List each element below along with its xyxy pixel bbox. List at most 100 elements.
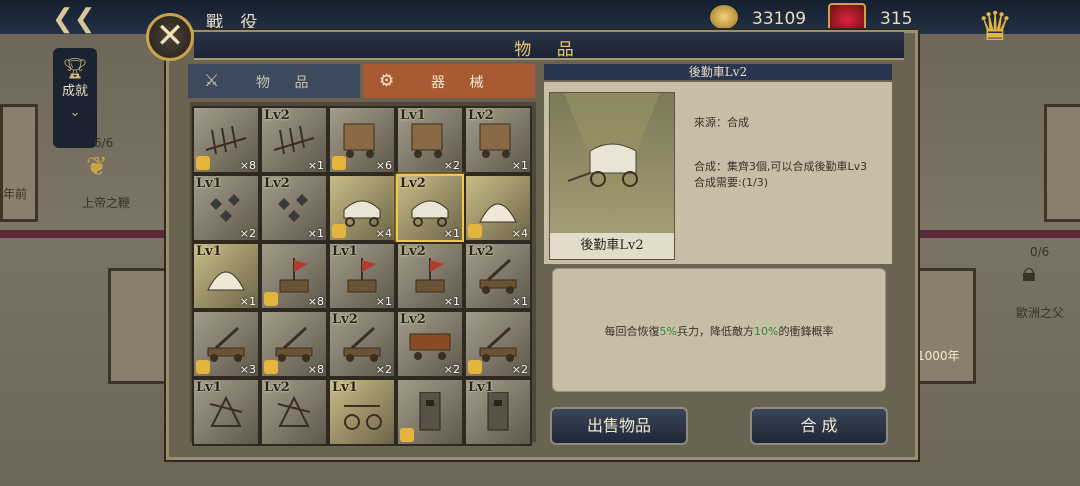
item-level: Lv1 — [332, 244, 358, 259]
item-slot[interactable]: Lv2 — [260, 378, 328, 446]
detail-header: 後勤車Lv2 — [544, 64, 892, 80]
spikes-icon — [205, 125, 247, 155]
item-slot[interactable] — [396, 378, 464, 446]
gold-coin-icon — [710, 5, 738, 29]
desc-highlight: 5% — [659, 325, 677, 338]
back-arrow-icon[interactable]: ❮❮ — [52, 4, 96, 34]
item-count: ×1 — [307, 227, 324, 240]
tent-icon — [479, 203, 517, 223]
chevron-down-icon: ⌄ — [69, 105, 81, 120]
trophy-icon: 🏆︎ — [62, 56, 88, 80]
sell-item-button[interactable]: 出售物品 — [550, 407, 688, 445]
item-count: ×4 — [511, 227, 528, 240]
item-slot[interactable]: ×8 — [192, 106, 260, 174]
wagon-icon — [411, 200, 449, 227]
tab-items-label: 物 品 — [256, 75, 319, 91]
item-count: ×6 — [375, 159, 392, 172]
close-button[interactable]: ✕ — [146, 13, 194, 61]
catapult-icon — [275, 326, 313, 362]
item-count: ×2 — [375, 363, 392, 376]
item-count: ×2 — [443, 363, 460, 376]
item-slot[interactable]: ×4 — [464, 174, 532, 242]
tab-equipment[interactable]: ⚙ 器 械 — [363, 64, 535, 98]
item-level: Lv2 — [400, 176, 426, 191]
battle-card-left[interactable]: 年前 — [0, 104, 38, 222]
item-slot[interactable]: Lv2 ×1 — [464, 242, 532, 310]
item-slot[interactable]: ×4 — [328, 174, 396, 242]
item-slot[interactable]: Lv2 ×2 — [328, 310, 396, 378]
puzzle-piece-icon — [264, 292, 278, 306]
catapult-icon — [207, 326, 245, 362]
item-portrait: 後勤車Lv2 — [549, 92, 675, 260]
progress-right: 0/6 — [1030, 245, 1050, 259]
item-level: Lv1 — [196, 380, 222, 395]
gem-amount: 315 — [880, 9, 913, 29]
item-count: ×1 — [511, 295, 528, 308]
item-slot[interactable]: Lv2 ×2 — [396, 310, 464, 378]
item-description-box: 每回合恢復5%兵力，降低敵方10%的衝鋒概率 — [552, 268, 886, 392]
item-count: ×8 — [307, 295, 324, 308]
close-icon: ✕ — [155, 16, 185, 56]
title-label-left: 上帝之鞭 — [82, 196, 131, 210]
puzzle-piece-icon — [332, 156, 346, 170]
portrait-label: 後勤車Lv2 — [550, 233, 674, 259]
item-level: Lv1 — [196, 176, 222, 191]
shield-swords-icon: ⚔ — [204, 71, 230, 91]
puzzle-piece-icon — [468, 224, 482, 238]
battle-card-right-2[interactable]: 1000年 — [912, 268, 976, 384]
battle-card-left-2[interactable] — [108, 268, 172, 384]
item-slot[interactable]: Lv1 — [192, 378, 260, 446]
compose-requirement: 合成需要:(1/3) — [694, 176, 768, 189]
desc-part: 每回合恢復 — [604, 325, 660, 338]
wagon-illustration — [564, 93, 660, 213]
item-slot[interactable]: Lv2 ×1 — [260, 106, 328, 174]
item-grid: ×8 Lv2 ×1 ×6 Lv1 ×2 Lv2 ×1 Lv1 ×2 Lv2 ×1 ×4 Lv2 ×1 ×4 Lv… — [190, 102, 536, 446]
trebuchet-icon — [277, 395, 311, 427]
locked-badge-icon: 🔒︎ — [1022, 258, 1036, 288]
item-slot[interactable]: Lv2 ×1 — [396, 242, 464, 310]
title-label-right: 歐洲之父 — [1016, 306, 1065, 320]
compose-button[interactable]: 合 成 — [750, 407, 888, 445]
achievements-button[interactable]: 🏆︎ 成就 ⌄ — [53, 48, 97, 148]
puzzle-piece-icon — [264, 360, 278, 374]
item-slot[interactable]: ×6 — [328, 106, 396, 174]
item-slot[interactable]: Lv2 ×1 — [396, 174, 464, 242]
ballista-icon — [344, 405, 382, 430]
card-label-right: 1000年 — [917, 349, 960, 363]
item-slot[interactable]: ×2 — [464, 310, 532, 378]
battle-card-right[interactable] — [1044, 104, 1080, 222]
item-count: ×2 — [239, 227, 256, 240]
puzzle-piece-icon — [468, 360, 482, 374]
catapult-icon — [479, 258, 517, 294]
catapult-icon — [479, 326, 517, 362]
item-slot[interactable]: Lv1 ×2 — [192, 174, 260, 242]
item-count: ×2 — [443, 159, 460, 172]
item-slot[interactable]: Lv2 ×1 — [260, 174, 328, 242]
item-slot[interactable]: Lv1 — [464, 378, 532, 446]
item-slot[interactable]: ×3 — [192, 310, 260, 378]
item-level: Lv1 — [468, 380, 494, 395]
item-slot[interactable]: Lv1 ×1 — [192, 242, 260, 310]
item-source: 來源：合成 — [694, 116, 749, 129]
item-level: Lv2 — [400, 244, 426, 259]
tab-equipment-label: 器 械 — [431, 75, 494, 91]
tower-icon — [487, 392, 509, 431]
banner-icon — [279, 258, 309, 293]
item-level: Lv1 — [400, 108, 426, 123]
item-slot[interactable]: Lv1 — [328, 378, 396, 446]
item-slot[interactable]: Lv1 ×1 — [328, 242, 396, 310]
item-slot[interactable]: ×8 — [260, 242, 328, 310]
puzzle-piece-icon — [400, 428, 414, 442]
item-slot[interactable]: Lv2 ×1 — [464, 106, 532, 174]
card-label-left: 年前 — [3, 187, 28, 201]
item-level: Lv1 — [332, 380, 358, 395]
item-count: ×2 — [511, 363, 528, 376]
siege-gear-icon: ⚙ — [379, 71, 405, 91]
modal-title-bar: 物 品 — [194, 32, 904, 60]
crown-icon[interactable]: ♛ — [964, 3, 1026, 51]
item-slot[interactable]: ×8 — [260, 310, 328, 378]
tab-items[interactable]: ⚔ 物 品 — [188, 64, 360, 98]
spikes-icon — [273, 125, 315, 155]
gold-amount: 33109 — [752, 9, 807, 29]
item-slot[interactable]: Lv1 ×2 — [396, 106, 464, 174]
